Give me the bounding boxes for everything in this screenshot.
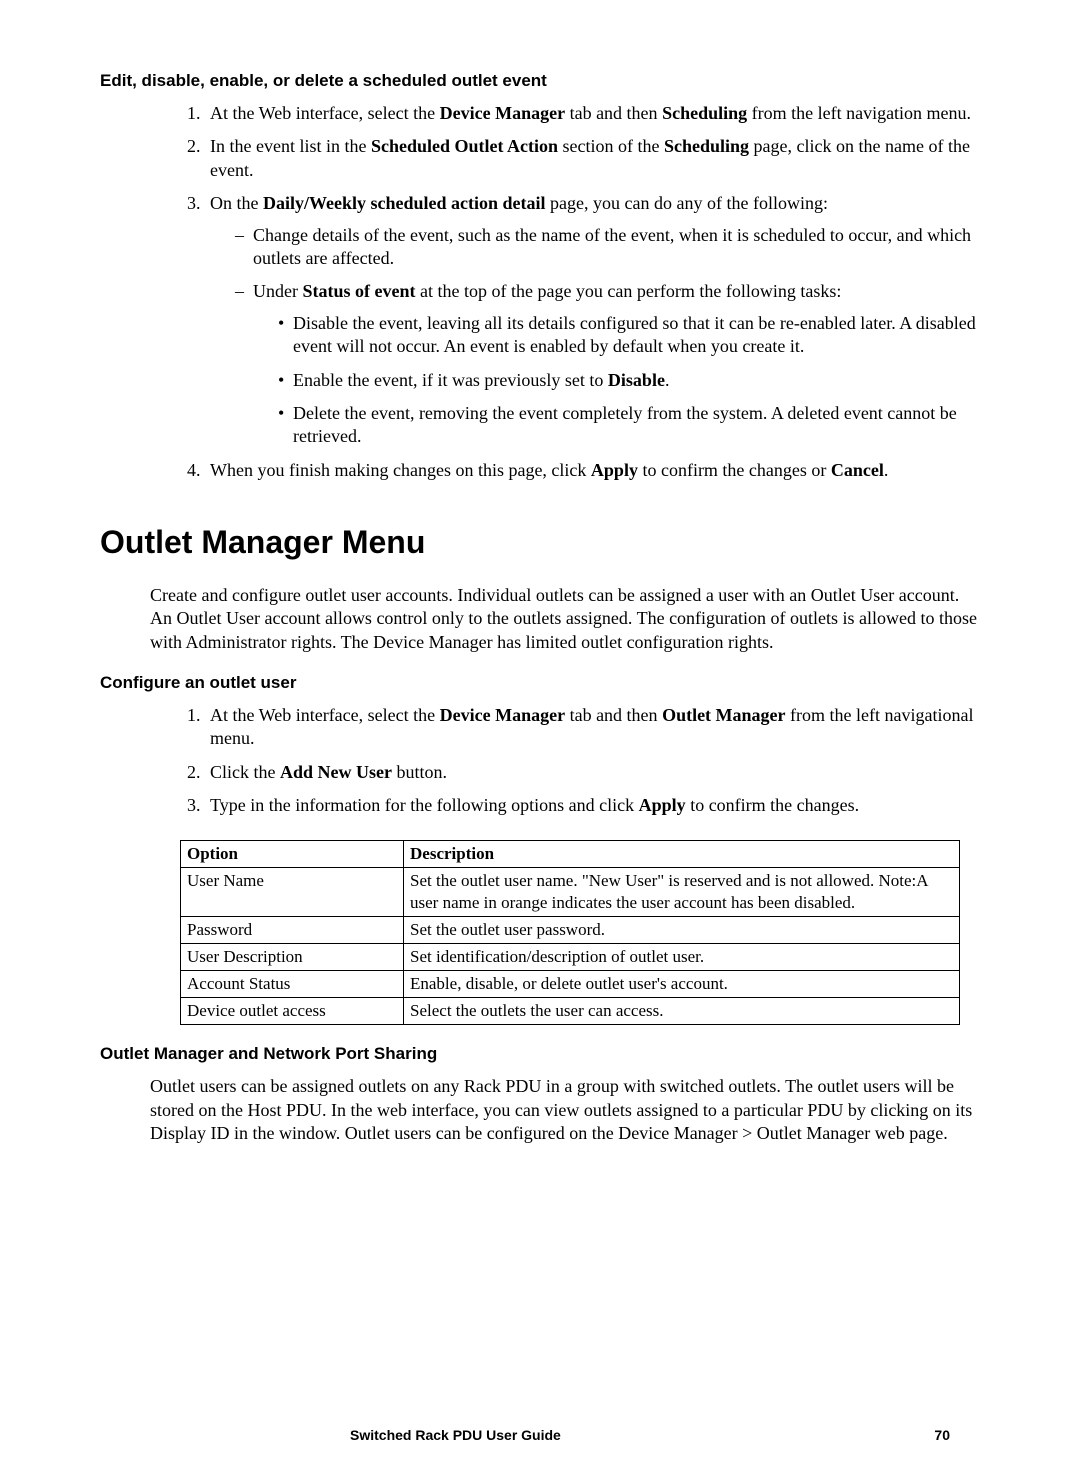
text: Under <box>253 281 302 301</box>
list-item: Change details of the event, such as the… <box>235 224 980 271</box>
bullet-list: Disable the event, leaving all its detai… <box>253 312 980 449</box>
list-item: When you finish making changes on this p… <box>205 459 980 482</box>
table-cell-description: Select the outlets the user can access. <box>404 998 960 1025</box>
table-cell-option: Account Status <box>181 971 404 998</box>
text: tab and then <box>565 103 662 123</box>
table-cell-option: Password <box>181 916 404 943</box>
bold-text: Scheduling <box>662 103 747 123</box>
intro-paragraph: Create and configure outlet user account… <box>150 584 980 654</box>
section-heading-configure: Configure an outlet user <box>100 672 980 694</box>
bold-text: Scheduling <box>664 136 749 156</box>
table-row: User Name Set the outlet user name. "New… <box>181 867 960 916</box>
text: Enable the event, if it was previously s… <box>293 370 608 390</box>
text: Type in the information for the followin… <box>210 795 639 815</box>
bold-text: Disable <box>608 370 665 390</box>
list-item: In the event list in the Scheduled Outle… <box>205 135 980 182</box>
page-footer: Switched Rack PDU User Guide 70 <box>100 1426 980 1444</box>
dash-list: Change details of the event, such as the… <box>210 224 980 449</box>
bold-text: Cancel <box>831 460 884 480</box>
table-cell-description: Set identification/description of outlet… <box>404 943 960 970</box>
bold-text: Daily/Weekly scheduled action detail <box>263 193 546 213</box>
section-heading-nps: Outlet Manager and Network Port Sharing <box>100 1043 980 1065</box>
bold-text: Status of event <box>302 281 415 301</box>
text: to confirm the changes or <box>638 460 831 480</box>
list-item: At the Web interface, select the Device … <box>205 102 980 125</box>
ordered-list-configure: At the Web interface, select the Device … <box>100 704 980 818</box>
list-item: At the Web interface, select the Device … <box>205 704 980 751</box>
list-item: Enable the event, if it was previously s… <box>278 369 980 392</box>
text: . <box>665 370 670 390</box>
page-title: Outlet Manager Menu <box>100 522 980 564</box>
bold-text: Apply <box>639 795 686 815</box>
text: to confirm the changes. <box>686 795 859 815</box>
bold-text: Apply <box>591 460 638 480</box>
text: button. <box>392 762 447 782</box>
nps-paragraph: Outlet users can be assigned outlets on … <box>150 1075 980 1145</box>
bold-text: Scheduled Outlet Action <box>371 136 558 156</box>
text: page, you can do any of the following: <box>546 193 828 213</box>
table-header-row: Option Description <box>181 840 960 867</box>
bold-text: Device Manager <box>440 705 565 725</box>
table-cell-option: Device outlet access <box>181 998 404 1025</box>
text: section of the <box>558 136 664 156</box>
section-heading-edit: Edit, disable, enable, or delete a sched… <box>100 70 980 92</box>
table-header-option: Option <box>181 840 404 867</box>
bold-text: Add New User <box>280 762 392 782</box>
text: Click the <box>210 762 280 782</box>
table-row: Account Status Enable, disable, or delet… <box>181 971 960 998</box>
table-cell-option: User Name <box>181 867 404 916</box>
list-item: Delete the event, removing the event com… <box>278 402 980 449</box>
ordered-list-edit: At the Web interface, select the Device … <box>100 102 980 482</box>
text: at the top of the page you can perform t… <box>415 281 841 301</box>
bold-text: Device Manager <box>440 103 565 123</box>
table-cell-description: Set the outlet user name. "New User" is … <box>404 867 960 916</box>
table-cell-description: Set the outlet user password. <box>404 916 960 943</box>
table-row: User Description Set identification/desc… <box>181 943 960 970</box>
list-item: Click the Add New User button. <box>205 761 980 784</box>
table-row: Device outlet access Select the outlets … <box>181 998 960 1025</box>
text: . <box>884 460 889 480</box>
list-item: Type in the information for the followin… <box>205 794 980 817</box>
text: At the Web interface, select the <box>210 705 440 725</box>
table-cell-description: Enable, disable, or delete outlet user's… <box>404 971 960 998</box>
text: When you finish making changes on this p… <box>210 460 591 480</box>
bold-text: Outlet Manager <box>662 705 785 725</box>
text: On the <box>210 193 263 213</box>
footer-title: Switched Rack PDU User Guide <box>350 1426 561 1444</box>
text: tab and then <box>565 705 662 725</box>
list-item: Disable the event, leaving all its detai… <box>278 312 980 359</box>
options-table: Option Description User Name Set the out… <box>180 840 960 1026</box>
footer-page-number: 70 <box>934 1426 950 1444</box>
list-item: On the Daily/Weekly scheduled action det… <box>205 192 980 449</box>
text: In the event list in the <box>210 136 371 156</box>
list-item: Under Status of event at the top of the … <box>235 280 980 448</box>
table-cell-option: User Description <box>181 943 404 970</box>
table-header-description: Description <box>404 840 960 867</box>
table-row: Password Set the outlet user password. <box>181 916 960 943</box>
text: At the Web interface, select the <box>210 103 440 123</box>
text: from the left navigation menu. <box>747 103 971 123</box>
